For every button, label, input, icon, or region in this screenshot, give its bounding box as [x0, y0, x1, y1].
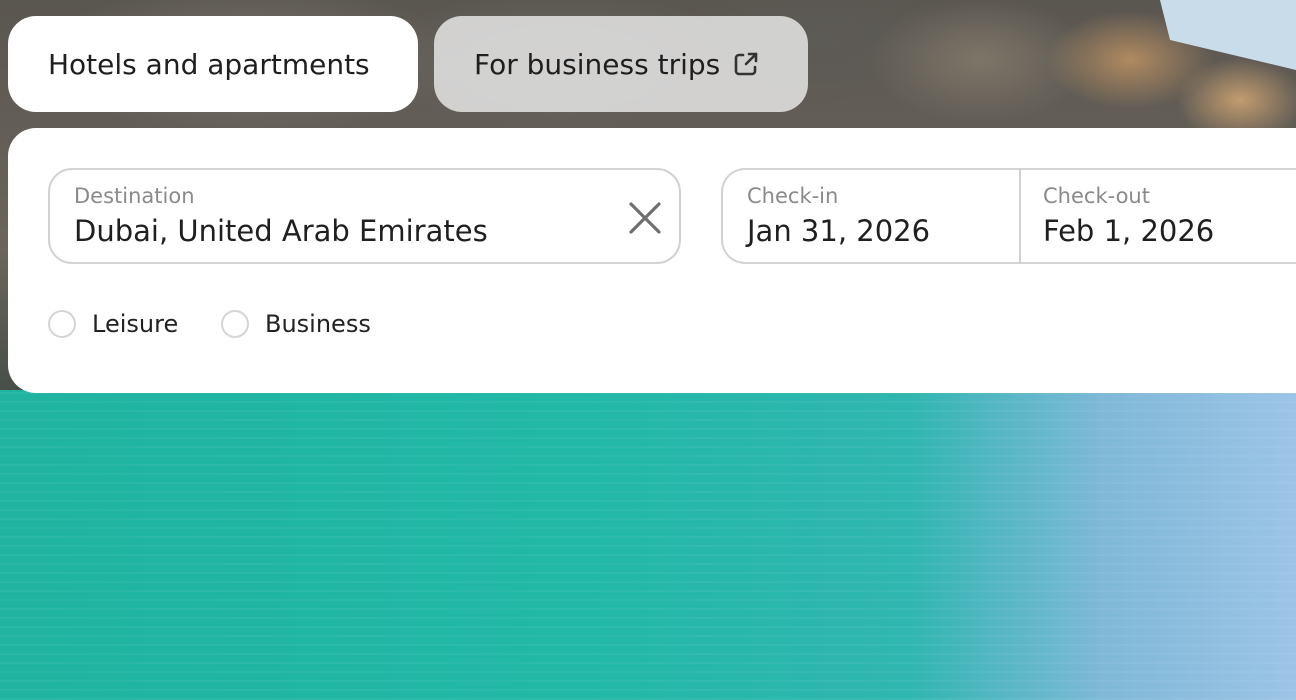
- tab-hotels-label: Hotels and apartments: [48, 47, 370, 81]
- search-card: Destination Dubai, United Arab Emirates …: [8, 128, 1296, 393]
- check-out-label: Check-out: [1043, 184, 1150, 208]
- check-in-value: Jan 31, 2026: [747, 214, 931, 248]
- trip-type-leisure[interactable]: Leisure: [48, 310, 178, 338]
- tab-for-business-trips[interactable]: For business trips: [434, 16, 808, 112]
- tab-hotels-and-apartments[interactable]: Hotels and apartments: [8, 16, 418, 112]
- destination-value: Dubai, United Arab Emirates: [74, 214, 488, 248]
- business-label: Business: [265, 310, 371, 338]
- trip-type-business[interactable]: Business: [221, 310, 371, 338]
- check-in-field[interactable]: Check-in Jan 31, 2026: [723, 170, 1019, 262]
- check-out-field[interactable]: Check-out Feb 1, 2026: [1021, 170, 1296, 262]
- leisure-label: Leisure: [92, 310, 179, 338]
- date-range-field: Check-in Jan 31, 2026 Check-out Feb 1, 2…: [721, 168, 1296, 264]
- leisure-radio[interactable]: [48, 310, 76, 338]
- check-out-value: Feb 1, 2026: [1043, 214, 1215, 248]
- check-in-label: Check-in: [747, 184, 839, 208]
- tab-business-label: For business trips: [474, 47, 721, 81]
- external-link-icon: [732, 50, 760, 78]
- business-radio[interactable]: [221, 310, 249, 338]
- hotel-search-page: Hotels and apartments For business trips…: [0, 0, 1296, 700]
- destination-field[interactable]: Destination Dubai, United Arab Emirates: [48, 168, 681, 264]
- destination-label: Destination: [74, 184, 195, 208]
- close-icon[interactable]: [625, 198, 665, 238]
- background-water: [0, 390, 1296, 700]
